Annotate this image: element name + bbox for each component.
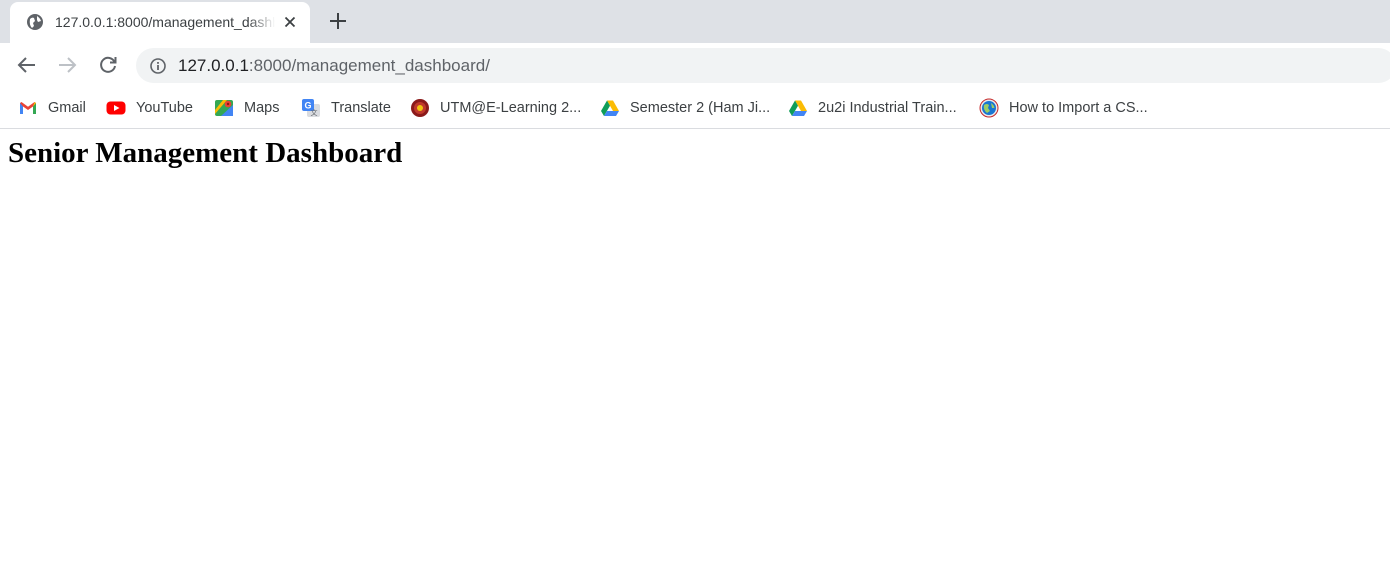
youtube-icon [106,101,126,115]
bookmarks-bar: Gmail YouTube Maps G 文 Translate UTM@E-L… [0,88,1390,129]
bookmark-import-csv[interactable]: How to Import a CS... [979,96,1148,120]
bookmark-translate[interactable]: G 文 Translate [301,96,391,120]
info-icon[interactable] [149,57,167,75]
bookmark-gmail[interactable]: Gmail [18,96,86,120]
gmail-icon [20,102,36,114]
bookmark-2u2i-industrial[interactable]: 2u2i Industrial Train... [788,96,957,120]
google-drive-icon [601,100,619,116]
address-bar[interactable]: 127.0.0.1:8000/management_dashboard/ [136,48,1390,83]
forward-arrow-icon[interactable] [55,53,79,77]
url-text[interactable]: 127.0.0.1:8000/management_dashboard/ [178,56,490,76]
url-path: :8000/management_dashboard/ [248,56,490,75]
svg-text:G: G [304,101,311,111]
tab-strip: 127.0.0.1:8000/management_dashboard/ [0,0,1390,43]
bookmark-youtube[interactable]: YouTube [106,96,193,120]
translate-icon: G 文 [302,99,320,117]
bookmark-semester-2[interactable]: Semester 2 (Ham Ji... [600,96,770,120]
globe-icon [27,14,43,30]
globe-icon [979,98,999,118]
svg-text:文: 文 [311,108,318,117]
bookmark-maps[interactable]: Maps [214,96,279,120]
active-tab[interactable]: 127.0.0.1:8000/management_dashboard/ [10,2,310,43]
url-host: 127.0.0.1 [178,56,249,75]
page-title: Senior Management Dashboard [8,137,403,169]
reload-icon[interactable] [96,53,120,77]
maps-icon [215,100,233,116]
utm-icon [411,99,429,117]
google-drive-icon [789,100,807,116]
bookmark-utm-elearning[interactable]: UTM@E-Learning 2... [410,96,581,120]
back-arrow-icon[interactable] [15,53,39,77]
close-tab-icon[interactable] [282,14,298,30]
tab-title: 127.0.0.1:8000/management_dashboard/ [55,14,275,30]
new-tab-icon[interactable] [326,9,350,33]
browser-toolbar: 127.0.0.1:8000/management_dashboard/ [0,43,1390,88]
